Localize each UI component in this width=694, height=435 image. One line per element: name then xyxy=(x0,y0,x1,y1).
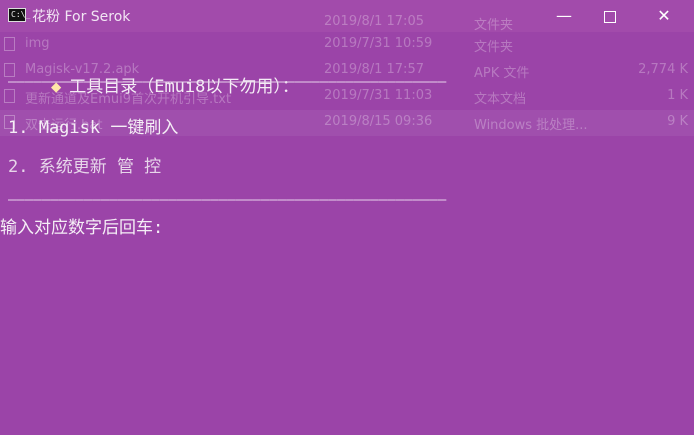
menu-option-update: 2. 系统更新 管 控 xyxy=(8,157,162,177)
menu-option-magisk: 1. Magisk 一键刷入 xyxy=(8,118,179,138)
divider-line: ————————————————————————————————————————… xyxy=(8,192,447,208)
divider-line: ————————————————————————————————————————… xyxy=(8,74,447,90)
input-prompt[interactable]: 输入对应数字后回车: xyxy=(0,213,163,238)
console-output[interactable]: ◆ 工具目录（Emui8以下勿用）： ——————————————————————… xyxy=(0,0,694,435)
